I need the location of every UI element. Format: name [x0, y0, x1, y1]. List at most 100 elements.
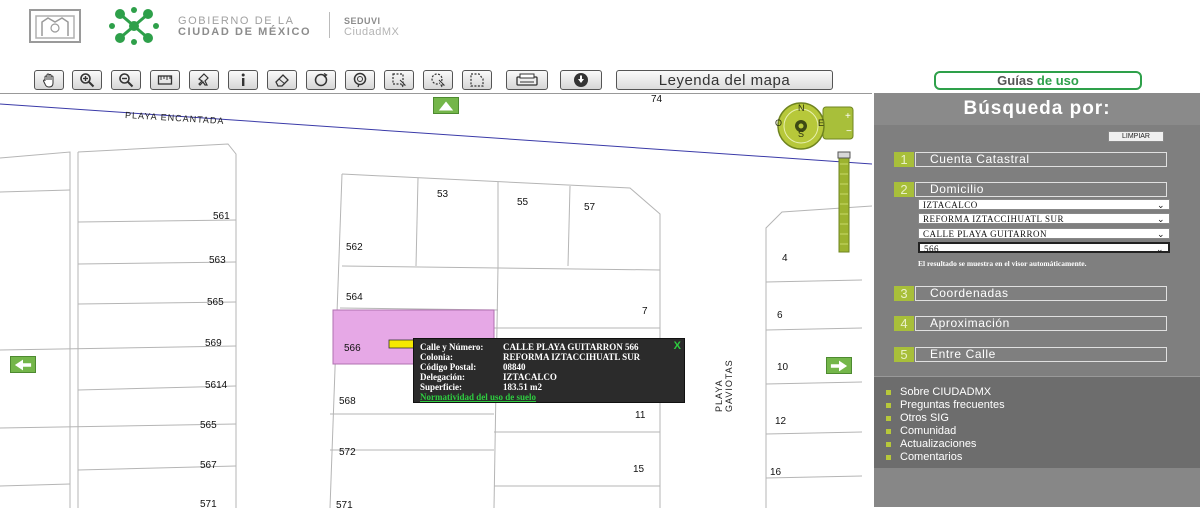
- delegacion-select[interactable]: IZTACALCO ⌄: [918, 199, 1170, 210]
- lot-number: 569: [205, 338, 222, 349]
- map-parcels: [0, 103, 872, 508]
- delegacion-value: IZTACALCO: [923, 200, 978, 210]
- info-icon[interactable]: [228, 70, 258, 90]
- lot-number: 568: [339, 396, 356, 407]
- lot-number: 10: [777, 362, 789, 373]
- link-actualizaciones[interactable]: Actualizaciones: [885, 438, 976, 450]
- lot-number: 53: [437, 189, 449, 200]
- popup-value: 183.51 m2: [503, 382, 542, 392]
- print-icon[interactable]: [506, 70, 548, 90]
- svg-text:−: −: [846, 126, 852, 137]
- user-guides-button[interactable]: Guías de uso: [934, 71, 1142, 90]
- section-label: Entre Calle: [915, 347, 1167, 362]
- colonia-select[interactable]: REFORMA IZTACCIHUATL SUR ⌄: [918, 213, 1170, 224]
- refresh-icon[interactable]: [306, 70, 336, 90]
- link-sobre-ciudadmx[interactable]: Sobre CIUDADMX: [885, 386, 991, 398]
- government-name: GOBIERNO DE LA CIUDAD DE MÉXICO: [178, 16, 311, 38]
- map-viewer[interactable]: PLAYA ENCANTADA PLAYA GAVIOTAS 74 561 56…: [0, 93, 872, 508]
- eraser-icon[interactable]: [267, 70, 297, 90]
- compass-e: E: [818, 118, 825, 128]
- numero-value: 566: [924, 244, 939, 254]
- popup-key: Superficie:: [420, 382, 462, 392]
- lot-number: 566: [344, 343, 361, 354]
- section-entre-calle[interactable]: 5 Entre Calle: [894, 347, 1168, 362]
- lot-number: 15: [633, 464, 645, 475]
- popup-row: Código Postal: 08840: [420, 362, 678, 372]
- colonia-value: REFORMA IZTACCIHUATL SUR: [923, 214, 1064, 224]
- legend-button[interactable]: Leyenda del mapa: [616, 70, 833, 90]
- zoom-slider[interactable]: [837, 150, 851, 254]
- section-domicilio[interactable]: 2 Domicilio: [894, 182, 1168, 197]
- calle-select[interactable]: CALLE PLAYA GUITARRON ⌄: [918, 228, 1170, 239]
- select-circle-icon[interactable]: [423, 70, 453, 90]
- popup-row: Calle y Número: CALLE PLAYA GUITARRON 566: [420, 342, 678, 352]
- cdmx-seal-logo: [29, 9, 81, 43]
- chevron-down-icon: ⌄: [1155, 244, 1164, 254]
- popup-value: CALLE PLAYA GUITARRON 566: [503, 342, 639, 352]
- lot-number: 55: [517, 197, 529, 208]
- zoom-in-icon[interactable]: [72, 70, 102, 90]
- link-otros-sig[interactable]: Otros SIG: [886, 412, 949, 424]
- pan-up-button[interactable]: [433, 97, 459, 114]
- arrow-right-icon: [830, 360, 848, 371]
- lot-number: 4: [782, 253, 788, 264]
- panel-title: Búsqueda por:: [874, 93, 1200, 125]
- gov-line2: CIUDAD DE MÉXICO: [178, 26, 312, 38]
- numero-select[interactable]: 566 ⌄: [918, 242, 1170, 254]
- section-number: 4: [894, 316, 914, 331]
- link-preguntas-frecuentes[interactable]: Preguntas frecuentes: [886, 399, 1005, 411]
- hand-icon[interactable]: [34, 70, 64, 90]
- close-icon[interactable]: X: [674, 340, 681, 352]
- section-coordenadas[interactable]: 3 Coordenadas: [894, 286, 1168, 301]
- lot-number: 565: [207, 297, 224, 308]
- dept-name: SEDUVI: [344, 16, 381, 26]
- cdmx-logo: [109, 7, 159, 45]
- chevron-down-icon: ⌄: [1156, 214, 1165, 224]
- lasso-icon[interactable]: [345, 70, 375, 90]
- lot-number: 74: [651, 94, 663, 105]
- popup-row: Superficie: 183.51 m2: [420, 382, 678, 392]
- popup-row: Delegación: IZTACALCO: [420, 372, 678, 382]
- section-label: Aproximación: [915, 316, 1167, 331]
- header-divider: [329, 12, 330, 38]
- section-number: 1: [894, 152, 914, 167]
- lot-number: 564: [346, 292, 363, 303]
- pin-icon[interactable]: [189, 70, 219, 90]
- link-comunidad[interactable]: Comunidad: [885, 425, 956, 437]
- header: GOBIERNO DE LA CIUDAD DE MÉXICO SEDUVI C…: [0, 0, 1200, 60]
- parcel-marker: [388, 339, 416, 349]
- select-poly-icon[interactable]: [462, 70, 492, 90]
- section-number: 2: [894, 182, 914, 197]
- popup-value: IZTACALCO: [503, 372, 557, 382]
- ruler-icon[interactable]: [150, 70, 180, 90]
- land-use-rules-link[interactable]: Normatividad del uso de suelo: [420, 392, 536, 402]
- chevron-down-icon: ⌄: [1156, 200, 1165, 210]
- link-comentarios[interactable]: Comentarios: [885, 451, 962, 463]
- lot-number: 7: [642, 306, 648, 317]
- section-aproximacion[interactable]: 4 Aproximación: [894, 316, 1168, 331]
- dept-subname: CiudadMX: [344, 26, 400, 38]
- section-label: Cuenta Catastral: [915, 152, 1167, 167]
- section-label: Domicilio: [915, 182, 1167, 197]
- popup-row: Colonia: REFORMA IZTACCIHUATL SUR: [420, 352, 678, 362]
- zoom-slider-handle: [837, 151, 851, 159]
- popup-key: Delegación:: [420, 372, 465, 382]
- compass-n: N: [798, 103, 805, 113]
- pan-left-button[interactable]: [10, 356, 36, 373]
- lot-number: 562: [346, 242, 363, 253]
- zoom-out-icon[interactable]: [111, 70, 141, 90]
- section-number: 5: [894, 347, 914, 362]
- section-cuenta-catastral[interactable]: 1 Cuenta Catastral: [894, 152, 1168, 167]
- arrow-up-icon: [438, 101, 454, 110]
- download-icon[interactable]: [560, 70, 602, 90]
- info-links: Sobre CIUDADMX Preguntas frecuentes Otro…: [874, 376, 1200, 469]
- guias-label-1: Guías: [997, 73, 1034, 88]
- select-rect-icon[interactable]: [384, 70, 414, 90]
- clear-button[interactable]: LIMPIAR: [1108, 131, 1164, 142]
- section-label: Coordenadas: [915, 286, 1167, 301]
- popup-key: Calle y Número:: [420, 342, 484, 352]
- search-panel: Búsqueda por: LIMPIAR 1 Cuenta Catastral…: [874, 93, 1200, 507]
- popup-value: REFORMA IZTACCIHUATL SUR: [503, 352, 641, 362]
- parcel-info-popup: X Calle y Número: CALLE PLAYA GUITARRON 5…: [413, 338, 685, 403]
- pan-right-button[interactable]: [826, 357, 852, 374]
